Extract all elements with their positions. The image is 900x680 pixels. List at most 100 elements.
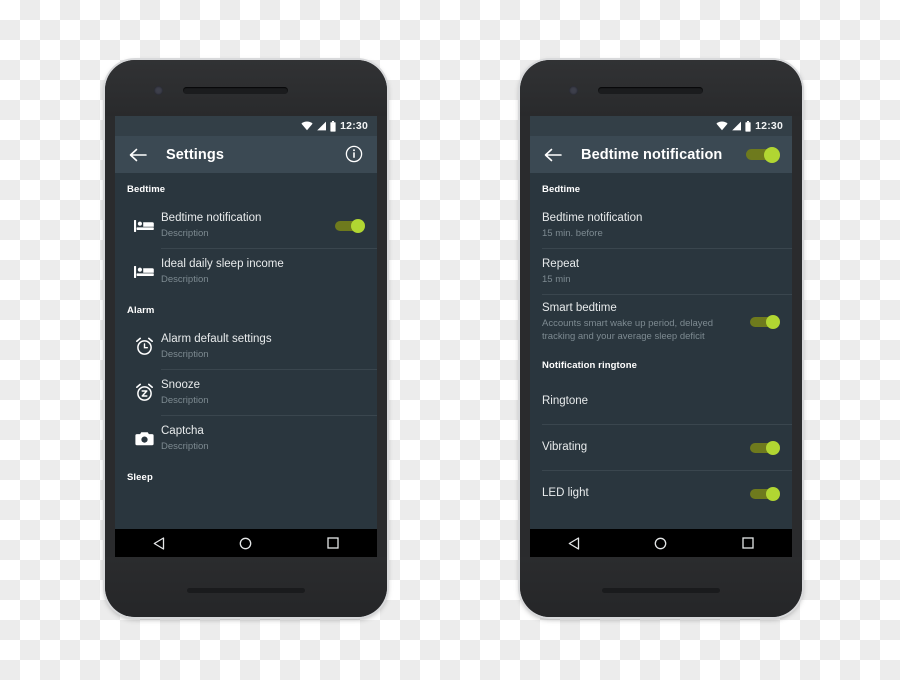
list-item-captcha[interactable]: Captcha Description (115, 416, 377, 461)
list-item-snooze[interactable]: Snooze Description (115, 370, 377, 415)
recents-square-icon (742, 537, 754, 549)
settings-list-left[interactable]: Bedtime Bedtime notification Description (115, 173, 377, 529)
front-camera-icon (569, 86, 578, 95)
arrow-left-icon (129, 148, 147, 161)
list-item-trailing[interactable] (744, 315, 780, 329)
snooze-icon (127, 376, 161, 410)
toggle-thumb (764, 146, 780, 163)
info-circle-icon (345, 145, 363, 162)
nav-home-button[interactable] (233, 533, 259, 553)
list-item-subtitle: Description (161, 349, 209, 360)
list-item-led-light[interactable]: LED light (530, 471, 792, 516)
toggle-vibrating[interactable] (750, 440, 780, 455)
list-item-ideal-daily-sleep-income[interactable]: Ideal daily sleep income Description (115, 249, 377, 294)
earpiece-speaker (598, 87, 703, 94)
list-item-title: Bedtime notification (161, 212, 262, 224)
list-item-text: LED light (542, 480, 744, 507)
list-item-vibrating[interactable]: Vibrating (530, 425, 792, 470)
info-button[interactable] (345, 145, 365, 165)
list-item-text: Alarm default settings Description (161, 326, 365, 367)
list-item-text: Snooze Description (161, 372, 365, 413)
status-time: 12:30 (340, 119, 368, 132)
bed-icon (127, 209, 161, 243)
list-item-title: Ideal daily sleep income (161, 258, 284, 270)
list-item-title: Ringtone (542, 395, 589, 407)
back-button[interactable] (127, 144, 149, 166)
list-item-text: Captcha Description (161, 418, 365, 459)
phone-bezel-bottom (105, 557, 387, 617)
nav-back-button[interactable] (146, 533, 172, 553)
list-item-repeat[interactable]: Repeat 15 min (530, 249, 792, 294)
nav-recents-button[interactable] (735, 533, 761, 553)
back-triangle-icon (568, 536, 579, 550)
list-item-bedtime-notification[interactable]: Bedtime notification 15 min. before (530, 203, 792, 248)
list-item-smart-bedtime[interactable]: Smart bedtime Accounts smart wake up per… (530, 295, 792, 349)
list-item-subtitle: Accounts smart wake up period, delayed t… (542, 318, 714, 342)
phone-bezel-top (105, 60, 387, 116)
alarm-clock-icon-glyph (135, 337, 153, 355)
list-item-trailing[interactable] (744, 440, 780, 455)
list-item-text: Vibrating (542, 434, 744, 461)
status-icons (716, 120, 751, 132)
nav-home-button[interactable] (648, 533, 674, 553)
status-bar-left: 12:30 (115, 116, 377, 136)
battery-icon (745, 120, 751, 132)
scene: 12:30 Settings Bedtime Bedtime notificat… (0, 0, 900, 680)
bottom-speaker-grille (602, 588, 720, 593)
nav-bar-right (530, 529, 792, 557)
bed-icon (127, 255, 161, 289)
list-item-title: Alarm default settings (161, 333, 272, 345)
list-item-title: Bedtime notification (542, 212, 643, 224)
list-item-title: Smart bedtime (542, 302, 617, 314)
section-header-bedtime: Bedtime (542, 184, 581, 195)
phone-device-left: 12:30 Settings Bedtime Bedtime notificat… (105, 60, 387, 617)
front-camera-icon (154, 86, 163, 95)
phone-bezel-top (520, 60, 802, 116)
toggle-master-bedtime-notification[interactable] (746, 146, 780, 163)
screen-left: 12:30 Settings Bedtime Bedtime notificat… (115, 116, 377, 557)
earpiece-speaker (183, 87, 288, 94)
section-header-notification-ringtone: Notification ringtone (542, 360, 637, 371)
screen-right: 12:30 Bedtime notification Bedtime Bedti… (530, 116, 792, 557)
phone-device-right: 12:30 Bedtime notification Bedtime Bedti… (520, 60, 802, 617)
bottom-speaker-grille (187, 588, 305, 593)
toggle-led-light[interactable] (750, 486, 780, 501)
wifi-icon (301, 121, 313, 131)
camera-icon (127, 422, 161, 456)
toggle-thumb (766, 315, 780, 329)
back-button[interactable] (542, 144, 564, 166)
page-title: Bedtime notification (581, 146, 723, 163)
list-item-ringtone[interactable]: Ringtone (530, 379, 792, 424)
home-circle-icon (655, 537, 667, 549)
list-item-bedtime-notification[interactable]: Bedtime notification Description (115, 203, 377, 248)
home-circle-icon (240, 537, 252, 549)
toggle-thumb (351, 218, 365, 233)
toggle-bedtime-notification[interactable] (335, 218, 365, 233)
battery-icon (330, 120, 336, 132)
list-item-trailing[interactable] (744, 486, 780, 501)
list-item-text: Smart bedtime Accounts smart wake up per… (542, 295, 744, 349)
bed-icon-glyph (134, 219, 154, 232)
list-item-subtitle: Description (161, 395, 209, 406)
list-item-alarm-default-settings[interactable]: Alarm default settings Description (115, 324, 377, 369)
bed-icon-glyph (134, 265, 154, 278)
list-item-trailing[interactable] (329, 218, 365, 233)
phone-bezel-bottom (520, 557, 802, 617)
list-item-subtitle: Description (161, 228, 209, 239)
nav-recents-button[interactable] (320, 533, 346, 553)
settings-list-right[interactable]: Bedtime Bedtime notification 15 min. bef… (530, 173, 792, 529)
list-item-text: Repeat 15 min (542, 251, 780, 292)
toggle-smart-bedtime[interactable] (750, 315, 780, 329)
snooze-icon-glyph (135, 383, 153, 401)
list-item-subtitle: 15 min. before (542, 228, 603, 239)
list-item-title: LED light (542, 487, 589, 499)
status-time: 12:30 (755, 119, 783, 132)
list-item-title: Snooze (161, 379, 201, 391)
list-item-subtitle: 15 min (542, 274, 571, 285)
app-bar-right: Bedtime notification (530, 136, 792, 173)
section-header-bedtime: Bedtime (127, 184, 166, 195)
back-triangle-icon (153, 536, 164, 550)
toggle-thumb (766, 486, 780, 501)
arrow-left-icon (544, 148, 562, 161)
nav-back-button[interactable] (561, 533, 587, 553)
